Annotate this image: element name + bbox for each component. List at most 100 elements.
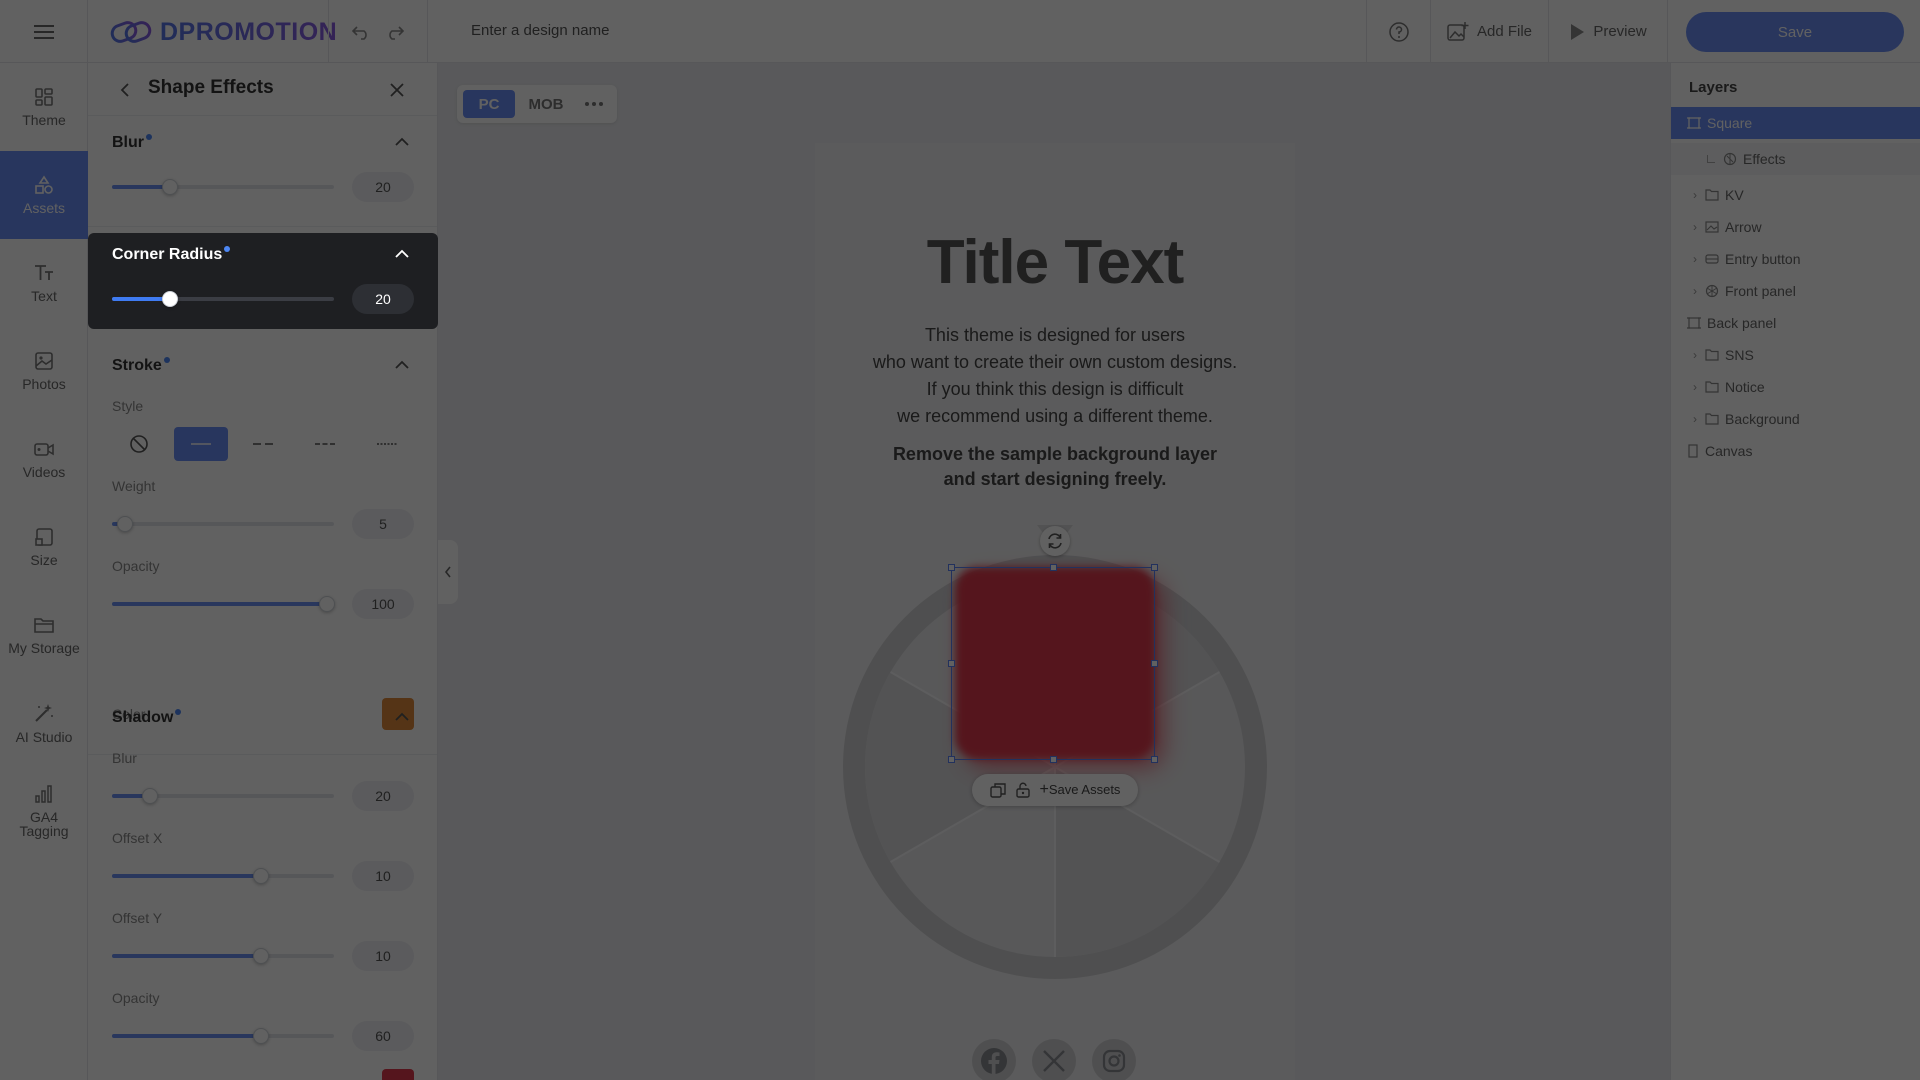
layer-item-effects[interactable]: Effects [1671,143,1920,175]
slider-handle[interactable] [252,868,269,884]
chevron-up-icon[interactable] [394,137,410,147]
resize-handle[interactable] [1151,756,1158,763]
layer-label: Canvas [1705,443,1753,459]
rail-item-my-storage[interactable]: My Storage [0,591,88,679]
shadow-color-swatch[interactable] [382,1069,414,1080]
stroke-opacity-slider[interactable] [112,596,336,612]
slider-handle[interactable] [161,179,178,195]
shadow-offset-x-slider[interactable] [112,868,334,884]
rail-item-theme[interactable]: Theme [0,63,88,151]
chevron-up-icon[interactable] [394,360,410,370]
canvas-body-text[interactable]: This theme is designed for users who wan… [815,322,1295,430]
chevron-up-icon[interactable] [394,249,410,259]
add-file-button[interactable]: Add File [1430,0,1548,63]
rail-item-ga4-tagging[interactable]: GA4 Tagging [0,767,88,855]
stroke-style-dotted[interactable] [360,427,414,461]
rotate-handle[interactable] [1040,526,1070,556]
stroke-weight-input[interactable]: 5 [352,509,414,539]
panel-title: Shape Effects [148,77,274,98]
corner-radius-value-input[interactable]: 20 [352,284,414,314]
layer-item-sns[interactable]: › SNS [1671,339,1920,371]
rail-item-assets[interactable]: Assets [0,151,88,239]
layer-item-back-panel[interactable]: Back panel [1671,307,1920,339]
shadow-opacity-slider[interactable] [112,1028,334,1044]
design-name-input[interactable]: Enter a design name [471,22,609,39]
tab-pc[interactable]: PC [463,90,515,118]
corner-radius-slider[interactable] [112,291,334,307]
resize-handle[interactable] [1151,564,1158,571]
duplicate-icon[interactable] [989,782,1006,798]
panel-collapse-handle[interactable] [438,540,458,604]
chevron-up-icon[interactable] [394,712,410,722]
shadow-offset-x-input[interactable]: 10 [352,861,414,891]
slider-handle[interactable] [117,516,134,532]
stroke-title-text: Stroke [112,357,162,374]
help-button[interactable] [1366,0,1430,63]
resize-handle[interactable] [948,660,955,667]
layer-item-square[interactable]: Square [1671,107,1920,139]
resize-handle[interactable] [1151,660,1158,667]
undo-icon[interactable] [351,24,371,40]
stroke-opacity-input[interactable]: 100 [352,589,414,619]
more-options-button[interactable] [577,90,611,118]
logo-icon [110,21,152,43]
shadow-blur-input[interactable]: 20 [352,781,414,811]
design-canvas[interactable]: Title Text This theme is designed for us… [815,143,1295,1080]
menu-button[interactable] [0,0,88,63]
modified-dot [163,357,170,363]
rail-item-text[interactable]: Text [0,239,88,327]
back-chevron-icon[interactable] [120,82,130,98]
facebook-button[interactable] [972,1039,1016,1080]
instagram-button[interactable] [1092,1039,1136,1080]
shadow-offset-y-input[interactable]: 10 [352,941,414,971]
layer-item-front-panel[interactable]: › Front panel [1671,275,1920,307]
save-button[interactable]: Save [1686,12,1904,52]
rail-item-videos[interactable]: Videos [0,415,88,503]
slider-handle[interactable] [141,788,158,804]
resize-handle[interactable] [1050,756,1057,763]
x-button[interactable] [1032,1039,1076,1080]
stroke-style-dashed[interactable] [236,427,290,461]
slider-handle[interactable] [252,948,269,964]
shadow-blur-slider[interactable] [112,788,334,804]
blur-value-input[interactable]: 20 [352,172,414,202]
layer-item-canvas[interactable]: Canvas [1671,435,1920,467]
layer-item-kv[interactable]: › KV [1671,179,1920,211]
rail-item-size[interactable]: Size [0,503,88,591]
rail-item-ai-studio[interactable]: AI Studio [0,679,88,767]
stroke-style-short-dash[interactable] [298,427,352,461]
stroke-weight-slider[interactable] [112,516,334,532]
canvas-bold-text[interactable]: Remove the sample background layer and s… [815,442,1295,492]
layer-item-arrow[interactable]: › Arrow [1671,211,1920,243]
blur-section-title: Blur [112,134,152,152]
brand-logo[interactable]: DPROMOTION [110,14,337,50]
shadow-offset-y-slider[interactable] [112,948,334,964]
canvas-title[interactable]: Title Text [815,227,1295,298]
close-icon[interactable] [389,82,405,98]
unlock-icon[interactable] [1015,782,1030,798]
folder-icon [34,618,54,633]
page-icon [1688,444,1698,458]
tab-mob[interactable]: MOB [521,90,571,118]
blur-slider[interactable] [112,179,334,195]
layer-item-entry-button[interactable]: › Entry button [1671,243,1920,275]
resize-handle[interactable] [1050,564,1057,571]
save-assets-button[interactable]: +Save Assets [1040,781,1121,799]
redo-icon[interactable] [385,24,405,40]
slider-handle[interactable] [252,1028,269,1044]
rail-label: Videos [22,464,66,480]
more-horizontal-icon [585,102,603,106]
shape-effects-panel: Shape Effects Blur 20 Stroke Style Weigh… [88,63,438,1080]
add-file-label: Add File [1476,23,1533,40]
shadow-opacity-input[interactable]: 60 [352,1021,414,1051]
rail-item-photos[interactable]: Photos [0,327,88,415]
slider-handle[interactable] [319,596,336,612]
preview-button[interactable]: Preview [1548,0,1668,63]
slider-handle[interactable] [161,291,178,307]
stroke-style-none[interactable] [112,427,166,461]
resize-handle[interactable] [948,564,955,571]
stroke-style-solid[interactable] [174,427,228,461]
resize-handle[interactable] [948,756,955,763]
layer-item-notice[interactable]: › Notice [1671,371,1920,403]
layer-item-background[interactable]: › Background [1671,403,1920,435]
